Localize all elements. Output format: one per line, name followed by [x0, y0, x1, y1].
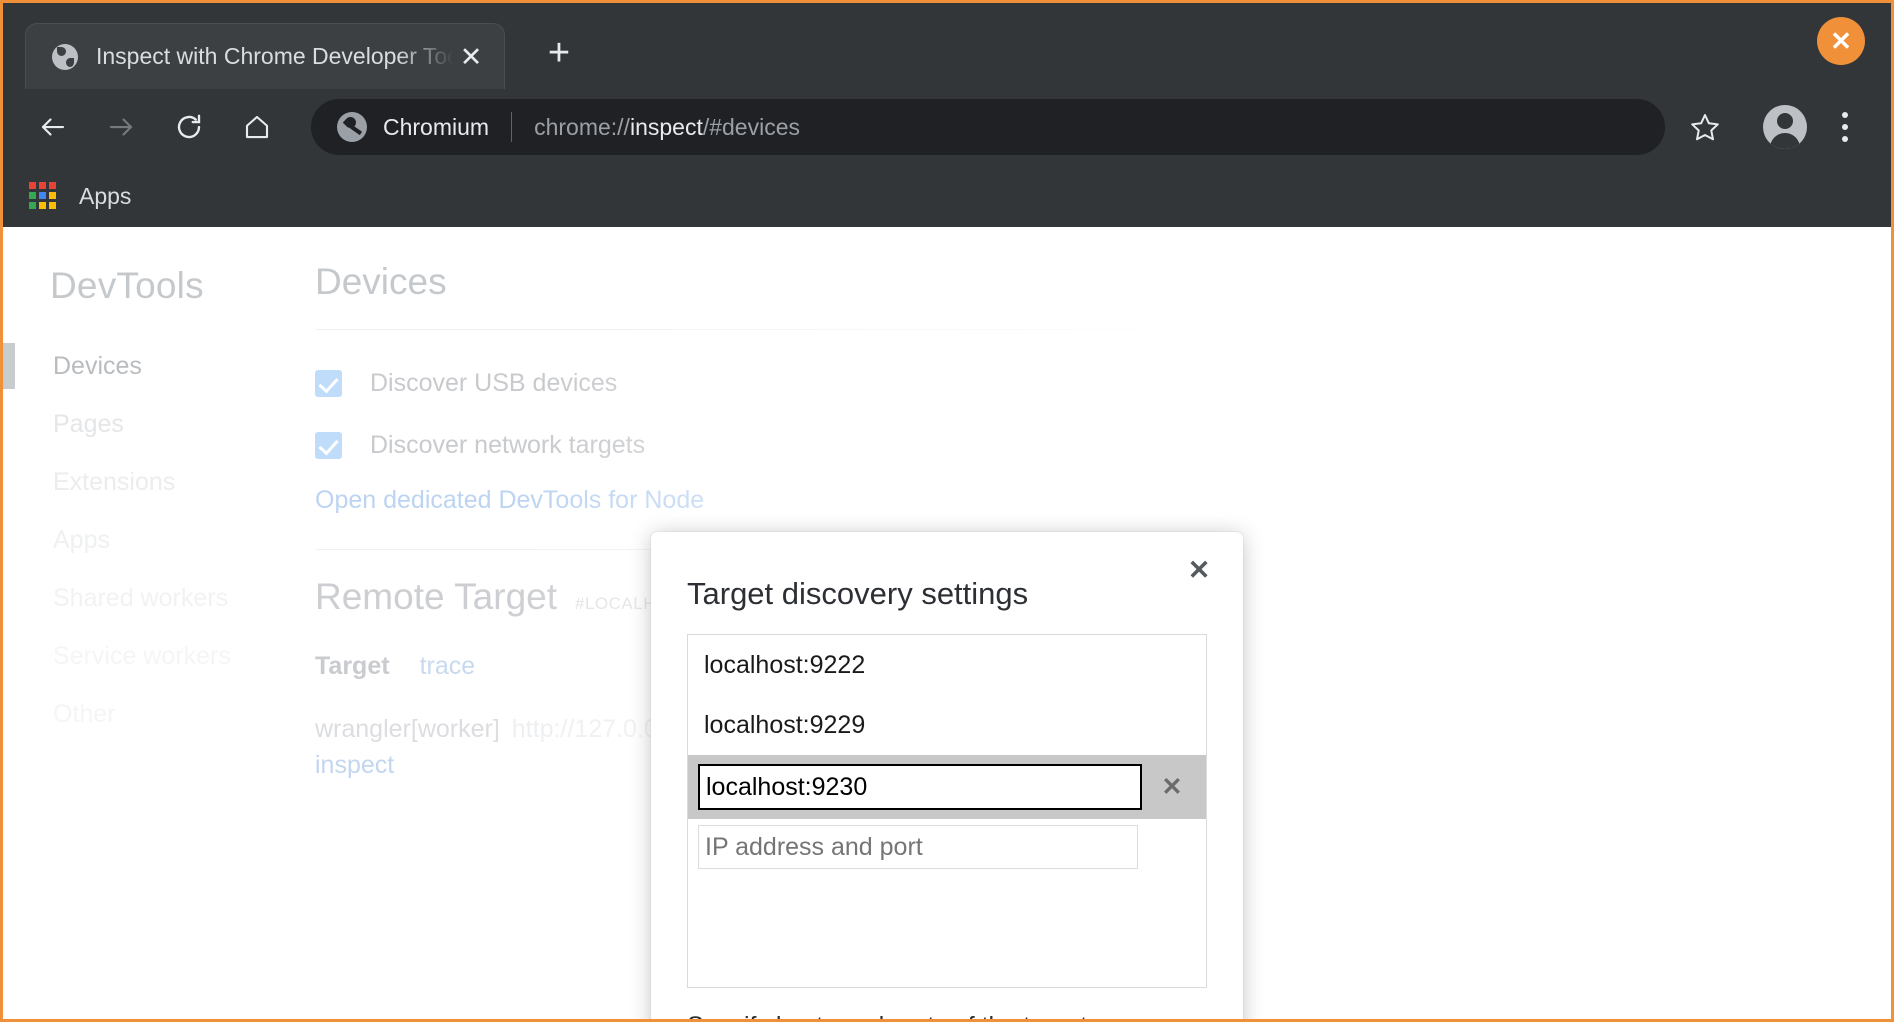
menu-icon[interactable] — [1821, 103, 1869, 151]
dialog-title: Target discovery settings — [687, 576, 1029, 611]
browser-toolbar: Chromium chrome://inspect/#devices — [3, 89, 1891, 165]
target-discovery-settings-dialog: ✕ Target discovery settings localhost:92… — [651, 532, 1243, 1019]
new-tab-button[interactable]: + — [531, 27, 587, 83]
target-value: localhost:9222 — [704, 650, 866, 679]
sidebar-item-label: Service workers — [53, 642, 231, 670]
dialog-close-icon[interactable]: ✕ — [1177, 548, 1221, 592]
window-close-button[interactable]: ✕ — [1817, 17, 1865, 65]
dialog-help-text: Specify hosts and ports of the target di… — [687, 988, 1157, 1019]
sidebar-item-devices[interactable]: Devices — [3, 337, 303, 395]
close-icon[interactable]: ✕ — [454, 40, 488, 74]
bookmarks-bar: Apps — [3, 165, 1891, 227]
bookmark-item-label: Apps — [79, 182, 132, 209]
sidebar-item-extensions[interactable]: Extensions — [3, 453, 303, 511]
sidebar-item-apps[interactable]: Apps — [3, 511, 303, 569]
url-path: /#devices — [702, 113, 800, 140]
trace-link[interactable]: trace — [420, 652, 476, 681]
target-list-item[interactable]: localhost:9222 — [688, 635, 1206, 695]
page-viewport: DevTools Devices Pages Extensions Apps S… — [3, 227, 1891, 1019]
sidebar-item-label: Pages — [53, 410, 124, 438]
sidebar-item-label: Extensions — [53, 468, 176, 496]
sidebar-item-label: Shared workers — [53, 584, 229, 612]
page-title: Devices — [315, 261, 447, 302]
target-list-item[interactable]: localhost:9229 — [688, 695, 1206, 755]
checkbox-row-usb[interactable]: Discover USB devices — [315, 356, 1891, 410]
sidebar: DevTools Devices Pages Extensions Apps S… — [3, 227, 303, 1019]
sidebar-item-shared-workers[interactable]: Shared workers — [3, 569, 303, 627]
divider — [315, 329, 1735, 330]
checkbox-network[interactable] — [315, 431, 342, 459]
url-host: inspect — [629, 113, 703, 140]
address-bar-url[interactable]: chrome://inspect/#devices — [534, 114, 800, 141]
sidebar-item-label: Other — [53, 700, 116, 728]
browser-tab[interactable]: Inspect with Chrome Developer Tools ✕ — [25, 23, 505, 89]
target-edit-input[interactable] — [698, 764, 1142, 810]
tab-title: Inspect with Chrome Developer Tools — [96, 43, 454, 69]
sidebar-heading: DevTools — [50, 265, 204, 306]
remote-target-title: Remote Target — [315, 576, 557, 617]
avatar[interactable] — [1763, 105, 1807, 149]
new-target-input[interactable] — [698, 825, 1138, 869]
sidebar-item-label: Devices — [53, 352, 142, 380]
sidebar-item-label: Apps — [53, 526, 110, 554]
checkbox-label: Discover network targets — [370, 430, 646, 459]
sidebar-item-pages[interactable]: Pages — [3, 395, 303, 453]
open-dedicated-devtools-link[interactable]: Open dedicated DevTools for Node — [315, 486, 1891, 515]
sidebar-item-service-workers[interactable]: Service workers — [3, 627, 303, 685]
chromium-icon — [337, 112, 367, 142]
globe-favicon — [52, 43, 78, 70]
bookmark-item-apps[interactable]: Apps — [29, 182, 131, 210]
target-name: Target — [315, 652, 390, 680]
url-prefix: chrome:// — [534, 113, 630, 140]
checkbox-row-network[interactable]: Discover network targets — [315, 418, 1891, 472]
checkbox-label: Discover USB devices — [370, 368, 618, 397]
target-value: localhost:9229 — [704, 710, 866, 739]
target-list: localhost:9222 localhost:9229 ✕ — [687, 634, 1207, 988]
checkbox-usb[interactable] — [315, 369, 342, 397]
target-list-item-selected[interactable]: ✕ — [688, 755, 1206, 819]
tab-strip: Inspect with Chrome Developer Tools ✕ + … — [3, 3, 1891, 89]
omnibox-separator — [511, 112, 513, 142]
new-target-row[interactable] — [688, 819, 1206, 869]
forward-icon[interactable] — [93, 99, 149, 155]
browser-window: Inspect with Chrome Developer Tools ✕ + … — [0, 0, 1894, 1022]
reload-icon[interactable] — [161, 99, 217, 155]
worker-title: wrangler[worker] — [315, 715, 500, 743]
back-icon[interactable] — [25, 99, 81, 155]
address-bar[interactable]: Chromium chrome://inspect/#devices — [311, 99, 1665, 155]
omnibox-scheme-label: Chromium — [383, 113, 490, 140]
apps-grid-icon — [29, 182, 57, 210]
delete-target-icon[interactable]: ✕ — [1142, 772, 1202, 802]
home-icon[interactable] — [229, 99, 285, 155]
bookmark-star-icon[interactable] — [1677, 99, 1733, 155]
sidebar-item-other[interactable]: Other — [3, 685, 303, 743]
